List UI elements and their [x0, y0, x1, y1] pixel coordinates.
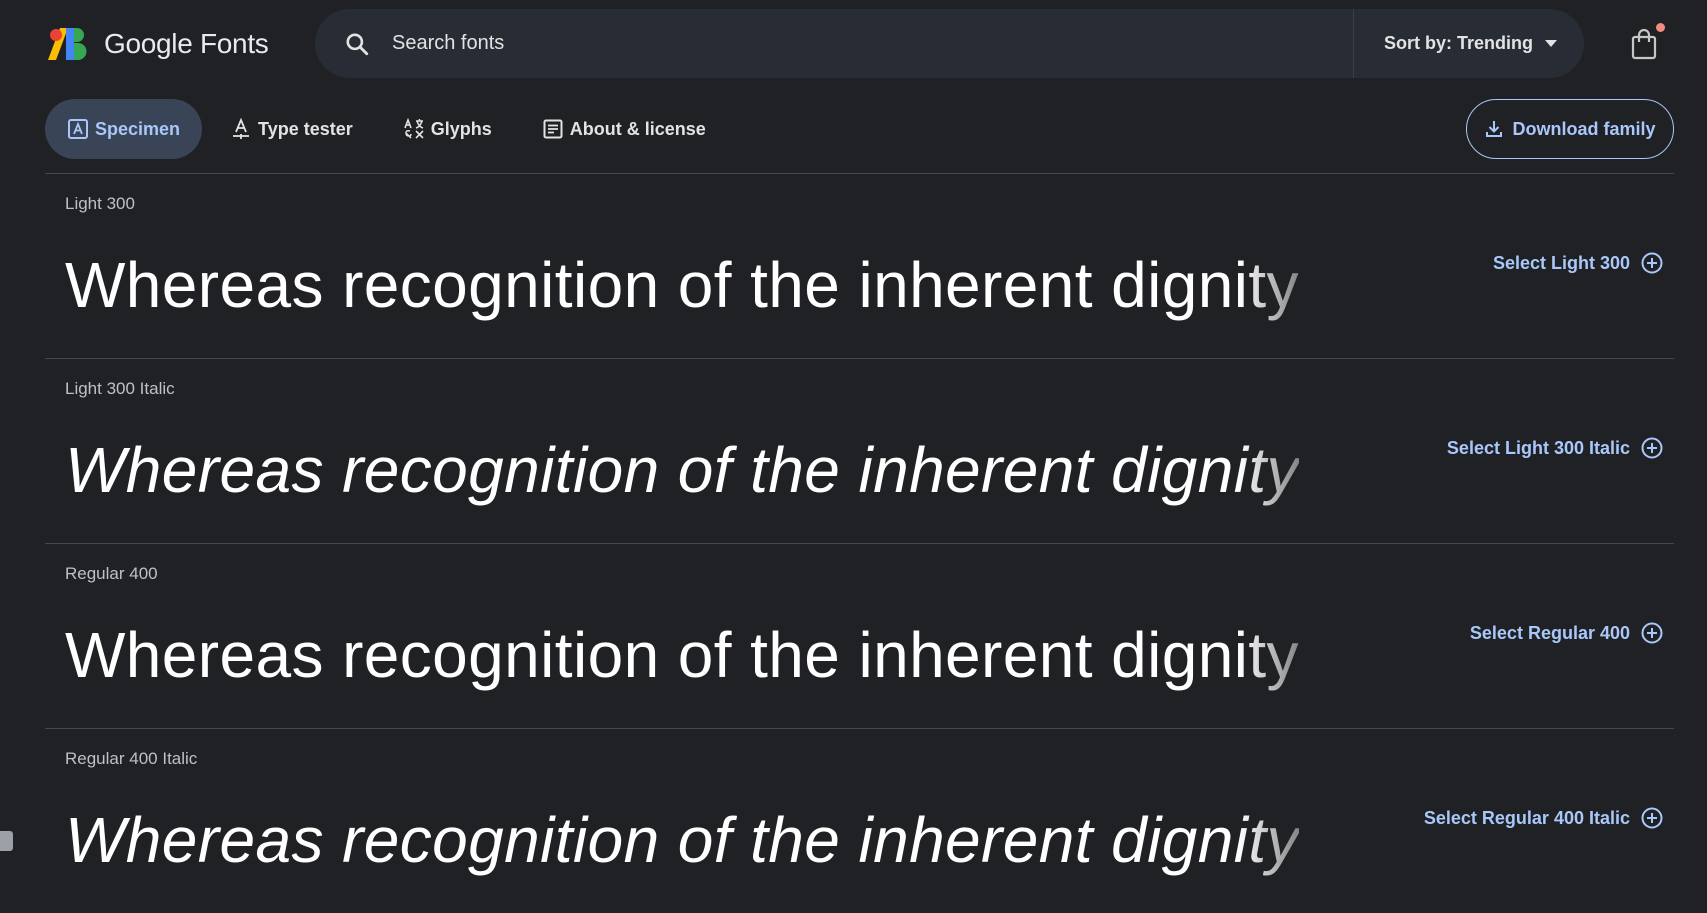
- download-icon: [1486, 121, 1503, 137]
- sort-label: Sort by: Trending: [1384, 33, 1534, 53]
- search-input[interactable]: [390, 31, 1330, 56]
- style-row-regular-400: Regular 400 Whereas recognition of the i…: [45, 543, 1674, 728]
- tab-label: Type tester: [258, 118, 353, 139]
- select-style-label: Select Regular 400 Italic: [1423, 807, 1630, 828]
- feedback-handle[interactable]: [0, 831, 13, 851]
- type-tester-icon: [233, 118, 250, 139]
- style-row-light-300: Light 300 Whereas recognition of the inh…: [45, 173, 1674, 358]
- glyphs-icon: [404, 118, 424, 139]
- tab-label: Glyphs: [430, 118, 492, 139]
- tab-glyphs[interactable]: Glyphs: [381, 99, 514, 159]
- style-row-light-300-italic: Light 300 Italic Whereas recognition of …: [45, 358, 1674, 543]
- tab-label: Specimen: [95, 118, 181, 139]
- style-list: Light 300 Whereas recognition of the inh…: [45, 173, 1674, 913]
- style-sample-text: Whereas recognition of the inherent dign…: [65, 434, 1299, 506]
- family-tabs: Specimen Type tester Glyphs About & lice…: [45, 99, 734, 159]
- style-label: Light 300: [65, 194, 135, 213]
- select-style-button[interactable]: Select Regular 400: [1470, 621, 1664, 645]
- top-bar: Google Fonts Sort by: Trending: [0, 0, 1707, 88]
- notification-dot: [1656, 23, 1665, 32]
- add-circle-icon: [1641, 807, 1663, 829]
- shopping-bag-icon[interactable]: [1630, 28, 1658, 60]
- search-bar: Sort by: Trending: [315, 9, 1584, 78]
- style-label: Light 300 Italic: [65, 379, 175, 398]
- select-style-button[interactable]: Select Light 300 Italic: [1447, 436, 1664, 460]
- tab-specimen[interactable]: Specimen: [45, 99, 203, 159]
- search-divider: [1353, 9, 1354, 78]
- article-icon: [543, 119, 563, 139]
- google-fonts-logo[interactable]: Google Fonts: [46, 26, 269, 62]
- add-circle-icon: [1641, 622, 1663, 644]
- style-sample-text: Whereas recognition of the inherent dign…: [65, 249, 1299, 321]
- tab-type-tester[interactable]: Type tester: [208, 99, 375, 159]
- select-style-label: Select Light 300 Italic: [1446, 437, 1630, 458]
- select-style-button[interactable]: Select Light 300: [1493, 251, 1664, 275]
- select-style-label: Select Light 300: [1492, 252, 1630, 273]
- specimen-icon: [68, 119, 88, 139]
- select-style-button[interactable]: Select Regular 400 Italic: [1424, 806, 1664, 830]
- download-label: Download family: [1512, 118, 1656, 139]
- tab-about-license[interactable]: About & license: [520, 99, 728, 159]
- logo-text: Google Fonts: [104, 28, 269, 59]
- style-label: Regular 400: [65, 564, 158, 583]
- style-row-regular-400-italic: Regular 400 Italic Whereas recognition o…: [45, 728, 1674, 913]
- sort-dropdown[interactable]: Sort by: Trending: [1384, 9, 1558, 78]
- style-sample-text: Whereas recognition of the inherent dign…: [65, 619, 1299, 691]
- style-sample-text: Whereas recognition of the inherent dign…: [65, 804, 1299, 876]
- download-family-button[interactable]: Download family: [1466, 99, 1674, 159]
- style-label: Regular 400 Italic: [65, 749, 198, 768]
- chevron-down-icon: [1545, 39, 1558, 47]
- add-circle-icon: [1641, 252, 1663, 274]
- search-icon[interactable]: [344, 31, 370, 57]
- tab-label: About & license: [569, 118, 706, 139]
- google-fonts-logo-icon: [48, 28, 87, 60]
- add-circle-icon: [1641, 437, 1663, 459]
- select-style-label: Select Regular 400: [1469, 622, 1630, 643]
